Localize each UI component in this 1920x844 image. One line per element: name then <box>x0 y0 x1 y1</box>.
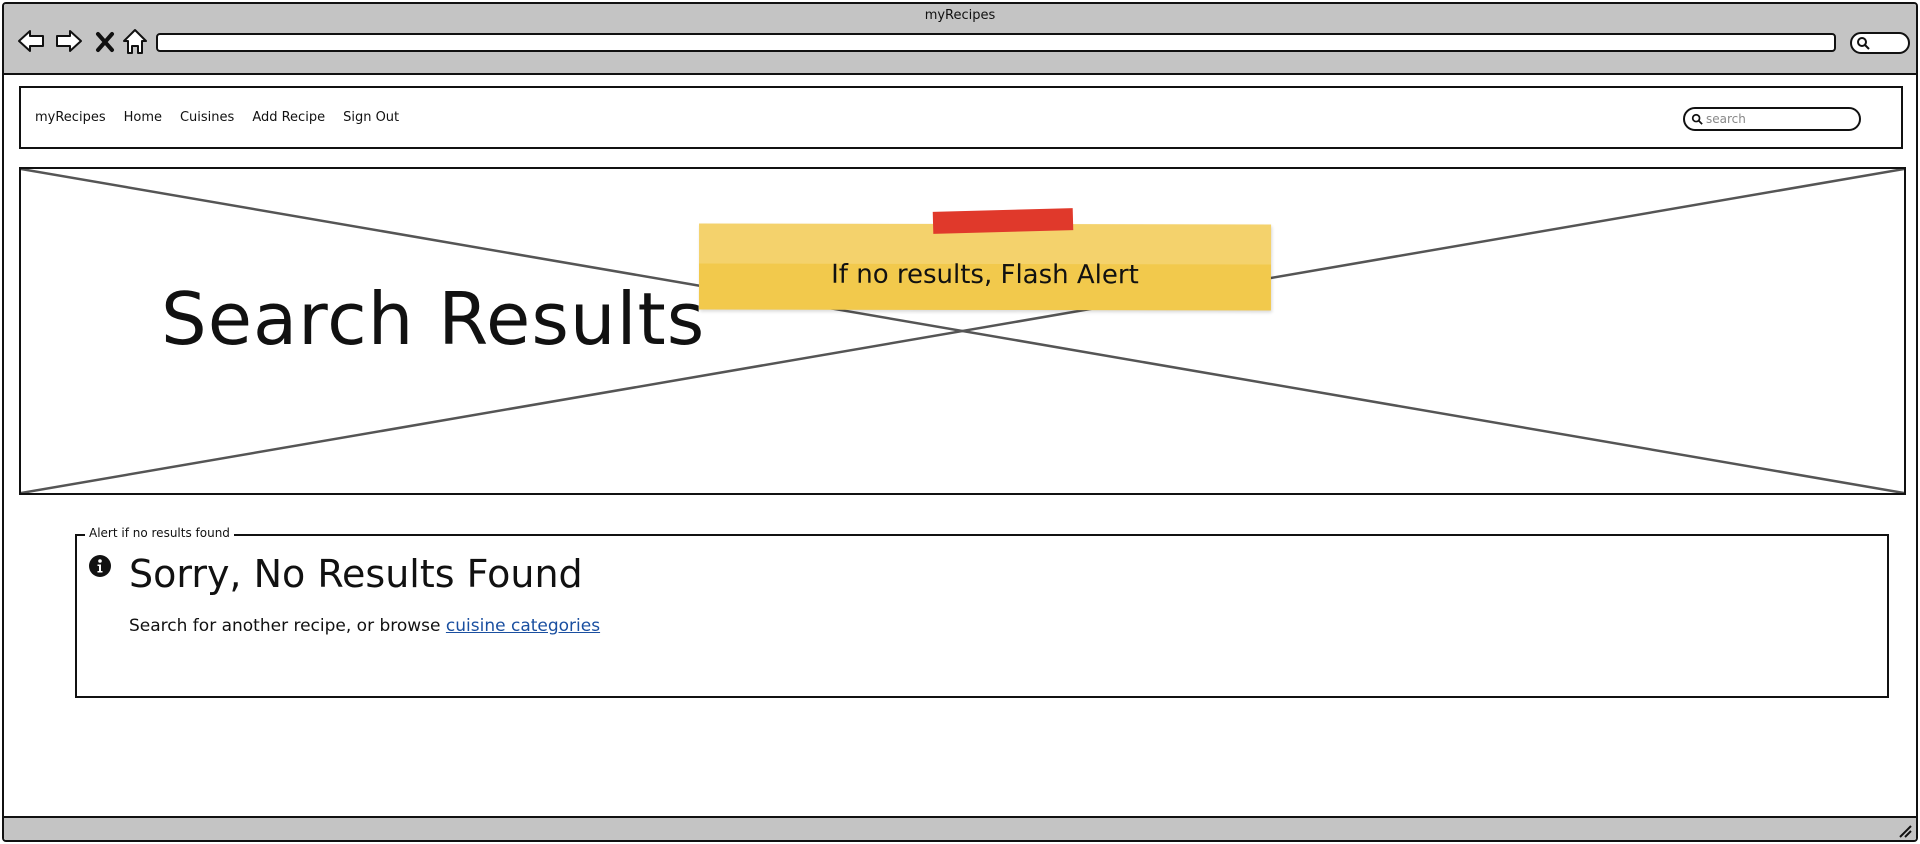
back-button[interactable] <box>16 26 46 56</box>
info-icon <box>89 555 111 577</box>
home-icon <box>123 29 147 54</box>
nav-link-sign-out[interactable]: Sign Out <box>343 110 399 125</box>
search-input[interactable] <box>1706 112 1846 126</box>
browser-search-field[interactable] <box>1850 32 1910 54</box>
address-bar[interactable] <box>156 33 1836 52</box>
brand-link[interactable]: myRecipes <box>35 110 106 125</box>
window-title: myRecipes <box>924 8 996 23</box>
alert-body-text: Search for another recipe, or browse <box>129 616 441 636</box>
arrow-right-icon <box>56 30 82 52</box>
no-results-alert: Alert if no results found Sorry, No Resu… <box>75 526 1889 698</box>
alert-heading: Sorry, No Results Found <box>129 552 583 596</box>
forward-button[interactable] <box>54 26 84 56</box>
browser-statusbar <box>4 816 1916 840</box>
alert-legend: Alert if no results found <box>85 526 234 540</box>
page-title: Search Results <box>161 277 706 361</box>
nav-link-home[interactable]: Home <box>124 110 162 125</box>
browser-titlebar: myRecipes <box>4 4 1916 75</box>
close-icon <box>96 32 114 52</box>
nav-links: myRecipes Home Cuisines Add Recipe Sign … <box>35 88 399 147</box>
search-icon <box>1857 37 1870 50</box>
search-icon <box>1691 113 1703 125</box>
stop-button[interactable] <box>92 26 118 56</box>
nav-link-add-recipe[interactable]: Add Recipe <box>252 110 325 125</box>
site-search-box[interactable] <box>1683 107 1861 131</box>
sticky-note: If no results, Flash Alert <box>698 223 1272 311</box>
site-navbar: myRecipes Home Cuisines Add Recipe Sign … <box>19 86 1903 149</box>
home-button[interactable] <box>120 26 150 56</box>
nav-link-cuisines[interactable]: Cuisines <box>180 110 234 125</box>
browser-window: myRecipes myRecipes Home Cuisines Add Re… <box>2 2 1918 842</box>
cuisine-categories-link[interactable]: cuisine categories <box>446 616 600 636</box>
resize-grip-icon[interactable] <box>1896 822 1912 838</box>
arrow-left-icon <box>18 30 44 52</box>
sticky-note-tape <box>932 208 1074 234</box>
sticky-note-text: If no results, Flash Alert <box>831 259 1139 291</box>
alert-body: Search for another recipe, or browse cui… <box>129 616 600 636</box>
